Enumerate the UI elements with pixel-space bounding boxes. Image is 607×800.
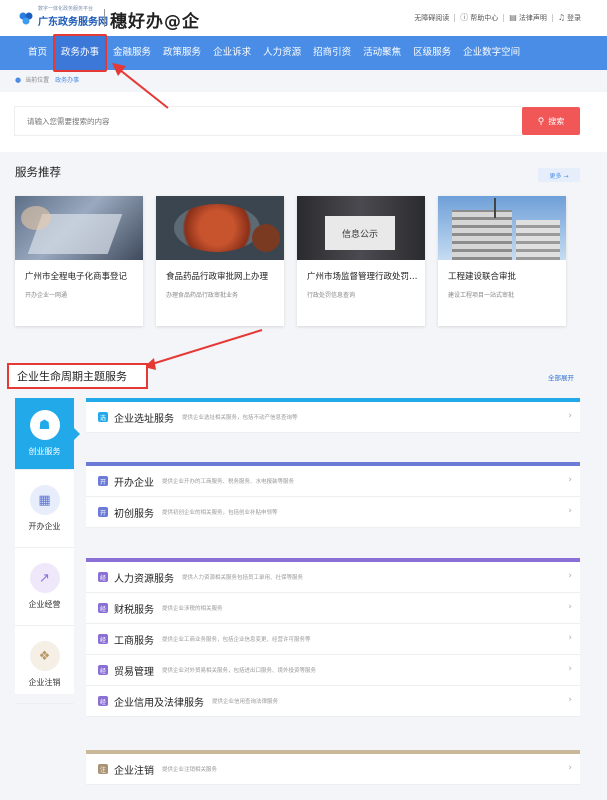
service-desc: 提供企业对外贸易相关服务，包括进出口服务、境外投资等服务	[162, 668, 317, 674]
service-group-operation: 经 人力资源服务 提供人力资源相关服务包括员工录用、社保等服务 › 经 财税服务…	[86, 558, 580, 717]
service-group-startup: 选 企业选址服务 提供企业选址相关服务，包括不动产信息查询等 ›	[86, 398, 580, 433]
service-desc: 提供企业涉税的相关服务	[162, 606, 223, 612]
reading-person-icon: ☗	[29, 410, 60, 440]
service-group-open: 开 开办企业 提供企业开办的工商服务、税务服务、水电报装等服务 › 开 初创服务…	[86, 462, 580, 528]
service-name: 企业选址服务	[114, 413, 174, 425]
service-desc: 提供人力资源相关服务包括员工录用、社保等服务	[182, 575, 304, 581]
expand-all-link[interactable]: 全部展开	[548, 372, 574, 382]
stage-label: 企业经营	[28, 600, 61, 609]
service-row[interactable]: 经 人力资源服务 提供人力资源相关服务包括员工录用、社保等服务 ›	[86, 562, 580, 593]
chevron-right-icon: ›	[568, 571, 572, 581]
service-badge: 经	[98, 572, 108, 582]
chevron-right-icon: ›	[568, 506, 572, 516]
service-row[interactable]: 经 工商服务 提供企业工商业务服务，包括企业信息变更、经营许可服务等 ›	[86, 624, 580, 655]
service-row[interactable]: 经 贸易管理 提供企业对外贸易相关服务，包括进出口服务、境外投资等服务 ›	[86, 655, 580, 686]
service-name: 人力资源服务	[114, 573, 174, 585]
service-badge: 经	[98, 696, 108, 706]
service-row[interactable]: 经 财税服务 提供企业涉税的相关服务 ›	[86, 593, 580, 624]
service-desc: 提供企业工商业务服务，包括企业信息变更、经营许可服务等	[162, 637, 311, 643]
service-name: 财税服务	[114, 604, 154, 616]
building-icon: ▦	[29, 485, 60, 515]
service-row[interactable]: 经 企业信用及法律服务 提供企业信用查询法律服务 ›	[86, 686, 580, 717]
service-name: 企业注销	[114, 765, 154, 777]
chevron-right-icon: ›	[568, 411, 572, 421]
chevron-right-icon: ›	[568, 633, 572, 643]
service-desc: 提供企业注销相关服务	[162, 767, 218, 773]
chevron-right-icon: ›	[568, 664, 572, 674]
stage-deregistration[interactable]: ❖ 企业注销	[15, 626, 74, 704]
service-group-deregistration: 注 企业注销 提供企业注销相关服务 ›	[86, 750, 580, 785]
service-name: 工商服务	[114, 635, 154, 647]
service-badge: 选	[98, 412, 108, 422]
service-desc: 提供企业开办的工商服务、税务服务、水电报装等服务	[162, 479, 295, 485]
stage-startup[interactable]: ☗ 创业服务	[15, 398, 80, 470]
stack-icon: ❖	[29, 641, 60, 671]
chevron-right-icon: ›	[568, 475, 572, 485]
service-row[interactable]: 注 企业注销 提供企业注销相关服务 ›	[86, 754, 580, 785]
service-row[interactable]: 开 开办企业 提供企业开办的工商服务、税务服务、水电报装等服务 ›	[86, 466, 580, 497]
chevron-right-icon: ›	[568, 602, 572, 612]
service-badge: 经	[98, 603, 108, 613]
page: 数字一体化政务服务平台 广东政务服务网 穗好办@企 无障碍阅读 ⓘ 帮助中心 ▤ 法…	[0, 0, 607, 800]
service-name: 开办企业	[114, 477, 154, 489]
stage-label: 开办企业	[28, 522, 61, 531]
stage-label: 创业服务	[28, 447, 61, 456]
chart-up-icon: ↗	[29, 563, 60, 593]
service-badge: 注	[98, 764, 108, 774]
stage-open-business[interactable]: ▦ 开办企业	[15, 470, 74, 548]
service-row[interactable]: 选 企业选址服务 提供企业选址相关服务，包括不动产信息查询等 ›	[86, 402, 580, 433]
stage-label: 企业注销	[28, 678, 61, 687]
service-name: 贸易管理	[114, 666, 154, 678]
service-desc: 提供初创企业的相关服务，包括创业补贴申领等	[162, 510, 278, 516]
service-desc: 提供企业选址相关服务，包括不动产信息查询等	[182, 415, 298, 421]
service-desc: 提供企业信用查询法律服务	[212, 699, 279, 705]
chevron-right-icon: ›	[568, 763, 572, 773]
service-badge: 开	[98, 476, 108, 486]
service-row[interactable]: 开 初创服务 提供初创企业的相关服务，包括创业补贴申领等 ›	[86, 497, 580, 528]
chevron-right-icon: ›	[568, 695, 572, 705]
stage-operation[interactable]: ↗ 企业经营	[15, 548, 74, 626]
lifecycle-stage-menu: ☗ 创业服务 ▦ 开办企业 ↗ 企业经营 ❖ 企业注销	[15, 398, 80, 704]
service-name: 初创服务	[114, 508, 154, 520]
service-name: 企业信用及法律服务	[114, 697, 204, 709]
lifecycle-title: 企业生命周期主题服务	[7, 363, 148, 389]
service-badge: 开	[98, 507, 108, 517]
service-badge: 经	[98, 665, 108, 675]
service-badge: 经	[98, 634, 108, 644]
